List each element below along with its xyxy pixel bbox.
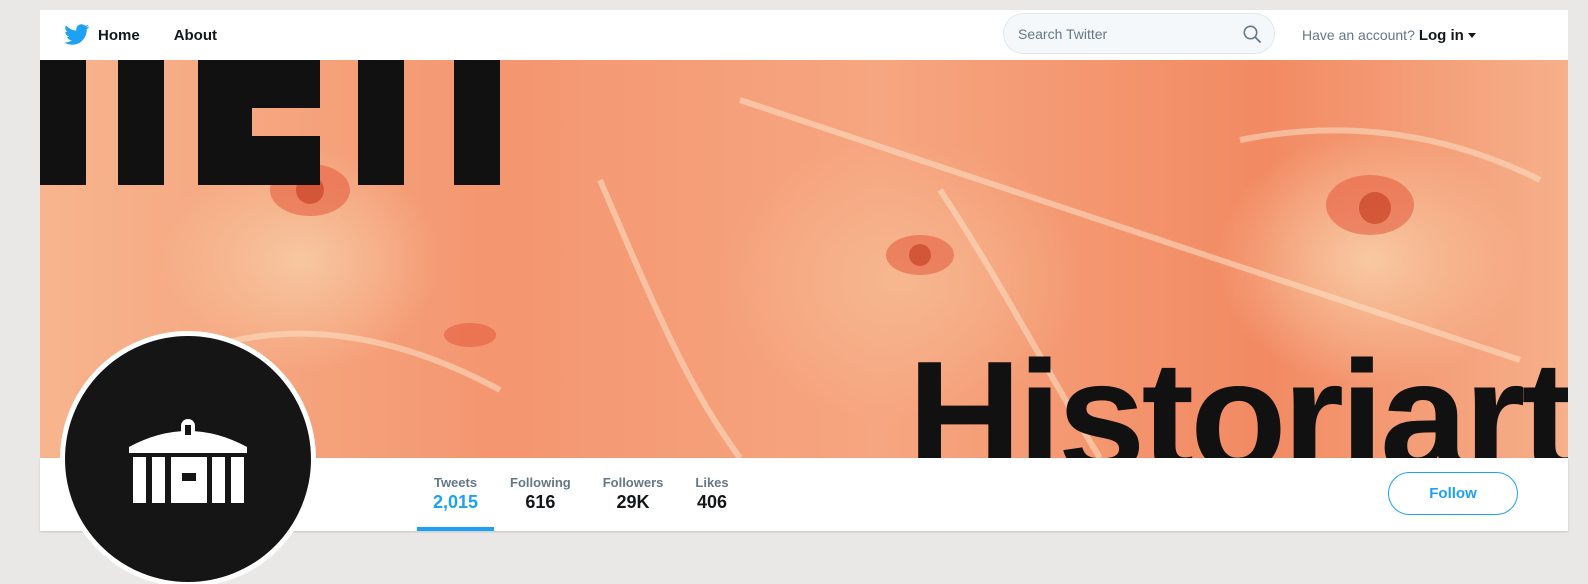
stat-likes[interactable]: Likes 406 xyxy=(679,458,744,531)
nav-about-label: About xyxy=(173,26,218,44)
top-nav: Home About Have an account? Log in xyxy=(40,10,1568,60)
stat-tweets[interactable]: Tweets 2,015 xyxy=(417,458,495,531)
stat-following[interactable]: Following 616 xyxy=(494,458,587,531)
have-account-text: Have an account? xyxy=(1302,27,1415,43)
nav-left: Home About xyxy=(64,10,217,60)
search-input[interactable] xyxy=(1018,25,1242,42)
follow-button[interactable]: Follow xyxy=(1388,472,1518,515)
nav-home-label: Home xyxy=(98,26,140,44)
banner-brand-word: Historiart xyxy=(907,329,1568,458)
profile-page: Home About Have an account? Log in xyxy=(0,0,1588,584)
stat-followers[interactable]: Followers 29K xyxy=(587,458,680,531)
search-icon[interactable] xyxy=(1242,24,1262,44)
stat-label: Tweets xyxy=(433,475,478,490)
stat-label: Followers xyxy=(602,475,664,490)
stat-value: 616 xyxy=(525,492,556,512)
avatar[interactable] xyxy=(60,331,316,584)
stat-label: Likes xyxy=(695,475,729,490)
temple-logo-icon xyxy=(129,419,247,503)
login-label: Log in xyxy=(1418,26,1464,44)
stat-value: 406 xyxy=(696,492,728,512)
nav-home-link[interactable]: Home xyxy=(64,24,140,46)
caret-down-icon xyxy=(1467,32,1476,38)
stat-value: 2,015 xyxy=(433,492,479,512)
nav-about-link[interactable]: About xyxy=(174,27,217,44)
login-area: Have an account? Log in xyxy=(1302,10,1476,60)
login-link[interactable]: Log in xyxy=(1419,27,1476,44)
stat-value: 29K xyxy=(616,492,650,512)
banner-logo-icon xyxy=(40,60,500,185)
stat-label: Following xyxy=(510,475,571,490)
search-box xyxy=(1003,13,1275,54)
twitter-bird-icon xyxy=(64,24,90,45)
profile-stats: Tweets 2,015 Following 616 Followers 29K… xyxy=(417,458,745,531)
